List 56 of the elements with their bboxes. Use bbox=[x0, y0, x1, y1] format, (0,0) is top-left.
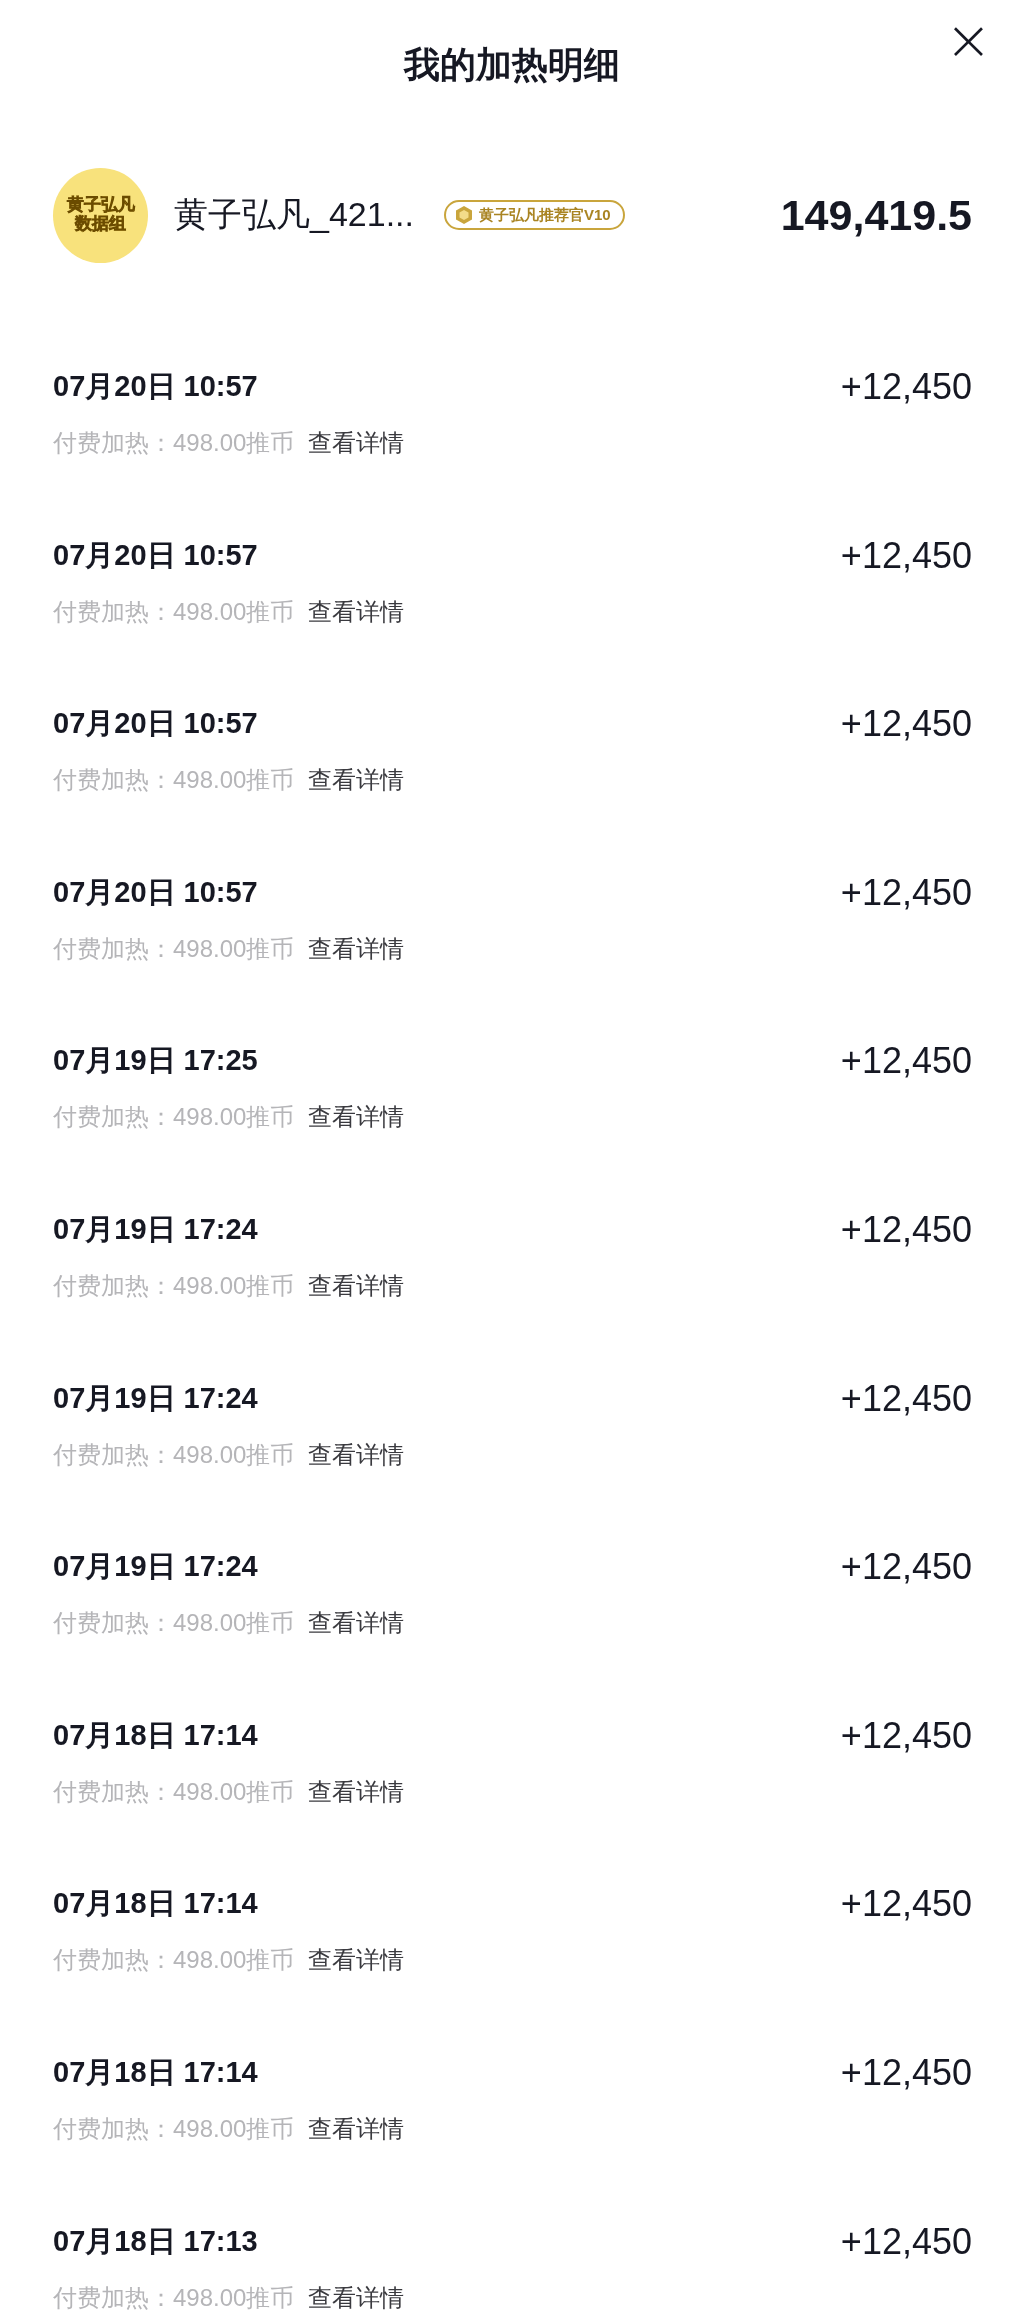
total-amount: 149,419.5 bbox=[780, 190, 972, 240]
record-time: 07月20日 10:57 bbox=[53, 874, 258, 910]
record-detail: 付费加热：498.00推币 bbox=[53, 1439, 295, 1470]
record-detail: 付费加热：498.00推币 bbox=[53, 428, 295, 458]
user-name: 黄子弘凡_421... bbox=[174, 194, 414, 235]
record-detail: 付费加热：498.00推币 bbox=[53, 1945, 295, 1976]
record-detail: 付费加热：498.00推币 bbox=[53, 1102, 295, 1133]
record-amount: +12,450 bbox=[840, 1883, 972, 1926]
detail-link[interactable]: 查看详情 bbox=[308, 1101, 405, 1134]
detail-link[interactable]: 查看详情 bbox=[308, 2112, 405, 2145]
avatar-text: 数据组 bbox=[75, 215, 126, 234]
record-detail: 付费加热：498.00推币 bbox=[53, 1776, 295, 1807]
detail-link[interactable]: 查看详情 bbox=[308, 1607, 405, 1640]
detail-link[interactable]: 查看详情 bbox=[308, 764, 405, 797]
avatar-text: 黄子弘凡 bbox=[66, 196, 135, 215]
page-title: 我的加热明细 bbox=[404, 42, 620, 87]
record-time: 07月18日 17:13 bbox=[53, 2223, 258, 2259]
record-detail: 付费加热：498.00推币 bbox=[53, 596, 295, 627]
detail-link[interactable]: 查看详情 bbox=[308, 1438, 405, 1471]
record-time: 07月20日 10:57 bbox=[53, 706, 258, 742]
badge-label: 黄子弘凡推荐官V10 bbox=[479, 205, 611, 225]
record-time: 07月18日 17:14 bbox=[53, 2054, 258, 2090]
record-amount: +12,450 bbox=[840, 2220, 972, 2263]
detail-link[interactable]: 查看详情 bbox=[308, 1775, 405, 1808]
record-amount: +12,450 bbox=[840, 1040, 972, 1083]
detail-link[interactable]: 查看详情 bbox=[308, 427, 405, 459]
record-amount: +12,450 bbox=[840, 1208, 972, 1251]
detail-link[interactable]: 查看详情 bbox=[308, 2281, 405, 2314]
record-time: 07月20日 10:57 bbox=[53, 537, 258, 573]
record-time: 07月19日 17:25 bbox=[53, 1043, 258, 1079]
record-amount: +12,450 bbox=[840, 1714, 972, 1757]
record-amount: +12,450 bbox=[840, 366, 972, 408]
record-detail: 付费加热：498.00推币 bbox=[53, 2282, 295, 2313]
record-amount: +12,450 bbox=[840, 871, 972, 914]
record-detail: 付费加热：498.00推币 bbox=[53, 765, 295, 796]
record-amount: +12,450 bbox=[840, 1377, 972, 1420]
record-detail: 付费加热：498.00推币 bbox=[53, 1270, 295, 1301]
hexagon-icon bbox=[454, 205, 474, 225]
record-amount: +12,450 bbox=[840, 2051, 972, 2094]
record-amount: +12,450 bbox=[840, 703, 972, 746]
detail-link[interactable]: 查看详情 bbox=[308, 595, 405, 628]
record-detail: 付费加热：498.00推币 bbox=[53, 933, 295, 964]
detail-link[interactable]: 查看详情 bbox=[308, 932, 405, 965]
record-time: 07月18日 17:14 bbox=[53, 1886, 258, 1922]
record-amount: +12,450 bbox=[840, 1546, 972, 1589]
record-time: 07月20日 10:57 bbox=[53, 369, 258, 404]
record-time: 07月19日 17:24 bbox=[53, 1211, 258, 1247]
record-time: 07月19日 17:24 bbox=[53, 1549, 258, 1585]
record-amount: +12,450 bbox=[840, 534, 972, 577]
record-time: 07月18日 17:14 bbox=[53, 1717, 258, 1753]
detail-link[interactable]: 查看详情 bbox=[308, 1269, 405, 1302]
close-button[interactable]: × bbox=[939, 12, 998, 68]
record-time: 07月19日 17:24 bbox=[53, 1380, 258, 1416]
detail-link[interactable]: 查看详情 bbox=[308, 1944, 405, 1977]
record-detail: 付费加热：498.00推币 bbox=[53, 2113, 295, 2144]
record-detail: 付费加热：498.00推币 bbox=[53, 1608, 295, 1639]
